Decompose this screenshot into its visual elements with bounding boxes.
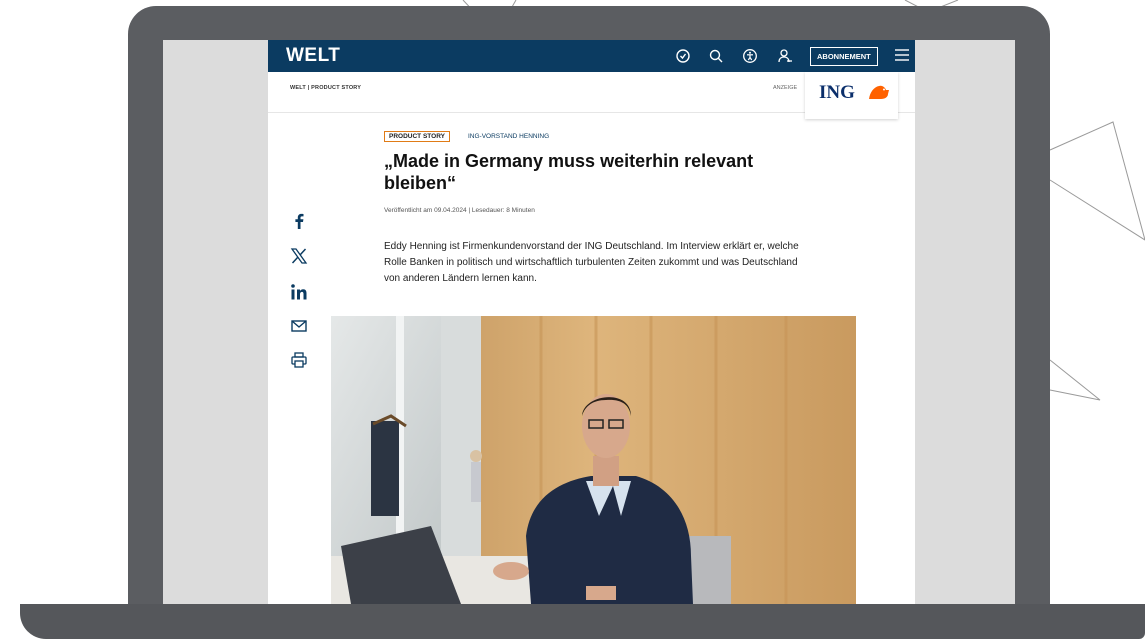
linkedin-icon[interactable]	[290, 283, 308, 301]
ad-label: ANZEIGE	[773, 85, 798, 91]
top-navigation-bar: WELT ABONNEMENT	[268, 40, 915, 72]
accessibility-icon[interactable]	[742, 48, 758, 64]
article-meta: Veröffentlicht am 09.04.2024 | Lesedauer…	[384, 207, 535, 214]
search-icon[interactable]	[708, 48, 724, 64]
article-headline: „Made in Germany muss weiterhin relevant…	[384, 151, 754, 193]
laptop-screen: WELT ABONNEMENT WELT | PRODUCT STORY ANZ…	[163, 40, 1015, 604]
ing-logo-text: ING	[819, 82, 855, 103]
webpage: WELT ABONNEMENT WELT | PRODUCT STORY ANZ…	[268, 40, 915, 604]
subscribe-button[interactable]: ABONNEMENT	[810, 47, 878, 66]
article-photo	[331, 316, 856, 604]
x-icon[interactable]	[290, 247, 308, 265]
facebook-icon[interactable]	[290, 212, 308, 230]
user-icon[interactable]	[777, 48, 793, 64]
clock-icon[interactable]	[675, 48, 691, 64]
sponsor-logo-box[interactable]: ING	[805, 72, 898, 119]
menu-icon[interactable]	[895, 48, 909, 62]
article-intro: Eddy Henning ist Firmenkundenvorstand de…	[384, 241, 799, 284]
welt-logo[interactable]: WELT	[286, 45, 340, 67]
lion-icon	[869, 85, 889, 99]
email-icon[interactable]	[290, 317, 308, 335]
article-kicker[interactable]: ING-VORSTAND HENNING	[468, 133, 549, 140]
print-icon[interactable]	[290, 351, 308, 369]
product-story-tag[interactable]: PRODUCT STORY	[384, 131, 450, 142]
laptop-base	[20, 604, 1145, 639]
section-label[interactable]: WELT | PRODUCT STORY	[290, 85, 361, 91]
